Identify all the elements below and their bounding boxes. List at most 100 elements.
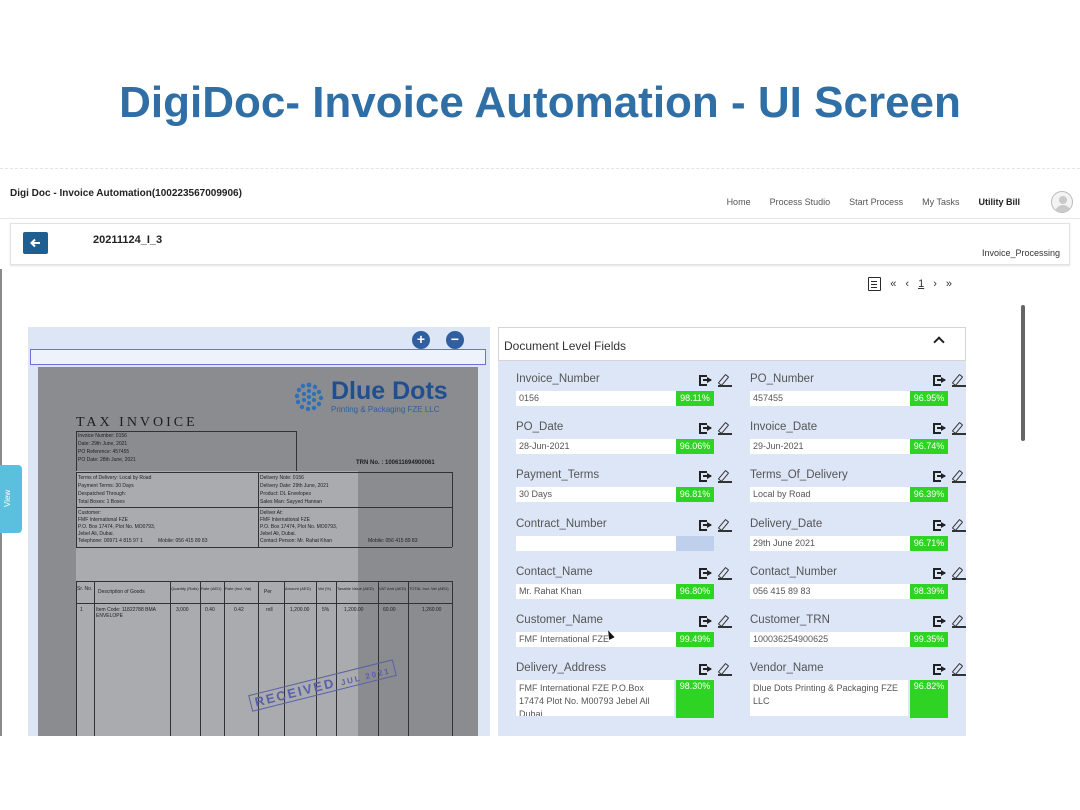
export-icon[interactable]: [933, 519, 946, 532]
field-value-input[interactable]: 28-Jun-2021: [516, 439, 676, 454]
doc-line: Jebel Ali, Dubai.: [260, 531, 296, 537]
nav-home[interactable]: Home: [727, 197, 751, 207]
edit-icon[interactable]: [951, 566, 966, 580]
edit-icon[interactable]: [951, 614, 966, 628]
app-header: Digi Doc - Invoice Automation(1002235670…: [0, 169, 1080, 219]
edit-icon[interactable]: [717, 373, 732, 387]
edit-icon[interactable]: [717, 518, 732, 532]
table-header: Description of Goods: [98, 589, 145, 595]
field-value-input[interactable]: FMF International FZE: [516, 632, 676, 647]
edit-icon[interactable]: [717, 662, 732, 676]
field-value-input[interactable]: 056 415 89 83: [750, 584, 910, 599]
confidence-badge: 98.39%: [910, 584, 948, 599]
field-contact-number: Contact_Number 056 415 89 83 98.39%: [750, 566, 970, 611]
zoom-out-button[interactable]: −: [446, 331, 464, 349]
table-header: Vat (%): [318, 586, 332, 591]
doc-line: Terms of Delivery: Local by Road: [78, 475, 152, 481]
export-icon[interactable]: [699, 422, 712, 435]
edit-icon[interactable]: [717, 469, 732, 483]
edit-icon[interactable]: [717, 614, 732, 628]
case-header: 20211124_I_3 Invoice_Processing: [10, 223, 1070, 265]
doc-line: FMF International FZE: [260, 517, 311, 523]
doc-line: Product: DL Envelopes: [260, 491, 311, 497]
zoom-in-button[interactable]: +: [412, 331, 430, 349]
field-value-input[interactable]: FMF International FZE P.O.Box 17474 Plot…: [516, 680, 674, 716]
top-nav: Home Process Studio Start Process My Tas…: [727, 197, 1020, 207]
view-side-tab[interactable]: View: [0, 465, 22, 533]
panel-header[interactable]: Document Level Fields: [498, 327, 966, 361]
table-header: TOTAL Incl. Vat (AED): [409, 586, 449, 591]
nav-my-tasks[interactable]: My Tasks: [922, 197, 959, 207]
field-value-input[interactable]: [516, 536, 676, 551]
table-header: Rate (AED): [201, 586, 222, 591]
pager-next-button[interactable]: ›: [933, 278, 937, 290]
export-icon[interactable]: [933, 470, 946, 483]
process-stage: Invoice_Processing: [981, 248, 1060, 258]
export-icon[interactable]: [699, 470, 712, 483]
arrow-left-icon: [29, 238, 40, 248]
field-value-input[interactable]: 29-Jun-2021: [750, 439, 910, 454]
pager-first-button[interactable]: «: [890, 278, 896, 290]
field-customer-trn: Customer_TRN 100036254900625 99.35%: [750, 614, 970, 659]
field-value-input[interactable]: 100036254900625: [750, 632, 910, 647]
export-icon[interactable]: [933, 374, 946, 387]
edit-icon[interactable]: [951, 373, 966, 387]
export-icon[interactable]: [699, 374, 712, 387]
field-vendor-name: Vendor_Name Dlue Dots Printing & Packagin…: [750, 662, 970, 718]
user-name[interactable]: Utility Bill: [978, 197, 1020, 207]
doc-line: PO Reference: 457455: [78, 449, 130, 455]
document-viewer[interactable]: + − Dlue Dots Printing & Packaging FZE L…: [28, 327, 490, 736]
confidence-badge: 96.06%: [676, 439, 714, 454]
field-label: Terms_Of_Delivery: [750, 469, 848, 481]
edit-icon[interactable]: [951, 662, 966, 676]
export-icon[interactable]: [933, 422, 946, 435]
edit-icon[interactable]: [951, 518, 966, 532]
export-icon[interactable]: [699, 615, 712, 628]
table-cell: 1: [80, 607, 83, 613]
back-button[interactable]: [23, 232, 48, 254]
field-value-input[interactable]: 457455: [750, 391, 910, 406]
field-value-input[interactable]: 30 Days: [516, 487, 676, 502]
nav-start-process[interactable]: Start Process: [849, 197, 903, 207]
selection-box[interactable]: [30, 349, 486, 365]
field-value-input[interactable]: Local by Road: [750, 487, 910, 502]
document-list-icon[interactable]: [868, 277, 882, 291]
export-icon[interactable]: [699, 663, 712, 676]
dots-logo-icon: [294, 382, 324, 412]
export-icon[interactable]: [933, 663, 946, 676]
field-label: Delivery_Date: [750, 518, 823, 530]
field-value-input[interactable]: Mr. Rahat Khan: [516, 584, 676, 599]
table-header: Quantity (Rolls): [171, 586, 199, 591]
edit-icon[interactable]: [717, 566, 732, 580]
chevron-up-icon[interactable]: [933, 336, 945, 348]
confidence-badge: 96.82%: [910, 680, 948, 718]
field-value-input[interactable]: 0156: [516, 391, 676, 406]
field-value-input[interactable]: Dlue Dots Printing & Packaging FZE LLC: [750, 680, 908, 716]
user-avatar-icon[interactable]: [1051, 191, 1073, 213]
vendor-brand-name: Dlue Dots: [331, 377, 448, 405]
field-terms-of-delivery: Terms_Of_Delivery Local by Road 96.39%: [750, 469, 970, 514]
pager-last-button[interactable]: »: [946, 278, 952, 290]
export-icon[interactable]: [933, 615, 946, 628]
pager-prev-button[interactable]: ‹: [905, 278, 909, 290]
doc-line: FMF International FZE: [78, 517, 129, 523]
slide-title: DigiDoc- Invoice Automation - UI Screen: [119, 78, 961, 127]
doc-line: Jebel Ali, Dubai.: [78, 531, 114, 537]
pager-page-number[interactable]: 1: [918, 278, 924, 290]
field-label: Payment_Terms: [516, 469, 600, 481]
export-icon[interactable]: [699, 567, 712, 580]
confidence-badge: 99.49%: [676, 632, 714, 647]
scrollbar[interactable]: [1021, 305, 1025, 441]
export-icon[interactable]: [699, 519, 712, 532]
nav-process-studio[interactable]: Process Studio: [770, 197, 831, 207]
field-label: PO_Number: [750, 373, 814, 385]
panel-title: Document Level Fields: [504, 339, 627, 353]
doc-line: Mobile: 056 415 89 83: [368, 538, 418, 544]
export-icon[interactable]: [933, 567, 946, 580]
field-value-input[interactable]: 29th June 2021: [750, 536, 910, 551]
edit-icon[interactable]: [717, 421, 732, 435]
table-cell: 1,200.00: [290, 607, 310, 613]
edit-icon[interactable]: [951, 469, 966, 483]
field-label: Contact_Name: [516, 566, 593, 578]
edit-icon[interactable]: [951, 421, 966, 435]
